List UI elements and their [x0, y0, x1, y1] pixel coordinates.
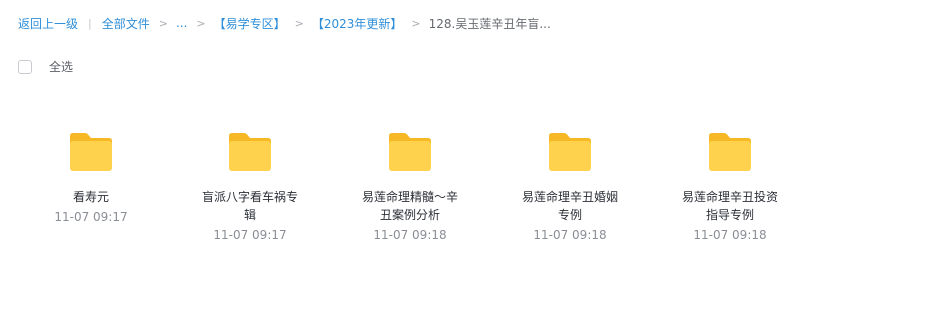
- folder-icon: [709, 133, 751, 171]
- folder-name[interactable]: 易莲命理辛丑投资指导专例: [680, 188, 780, 224]
- folder-name[interactable]: 易莲命理辛丑婚姻专例: [520, 188, 620, 224]
- folder-item[interactable]: 易莲命理辛丑婚姻专例 11-07 09:18: [510, 124, 630, 243]
- folder-icon: [549, 133, 591, 171]
- folder-icon: [70, 133, 112, 171]
- folder-time: 11-07 09:17: [213, 228, 287, 242]
- folder-item[interactable]: 易莲命理精髓～辛丑案例分析 11-07 09:18: [350, 124, 470, 243]
- folder-time: 11-07 09:17: [54, 210, 128, 224]
- folder-icon: [389, 133, 431, 171]
- file-grid: 看寿元 11-07 09:17 盲派八字看车祸专辑 11-07 09:17 易莲…: [0, 0, 950, 325]
- folder-item[interactable]: 看寿元 11-07 09:17: [31, 124, 151, 225]
- folder-time: 11-07 09:18: [373, 228, 447, 242]
- folder-item[interactable]: 盲派八字看车祸专辑 11-07 09:17: [190, 124, 310, 243]
- folder-name[interactable]: 盲派八字看车祸专辑: [200, 188, 300, 224]
- folder-icon: [229, 133, 271, 171]
- folder-item[interactable]: 易莲命理辛丑投资指导专例 11-07 09:18: [670, 124, 790, 243]
- folder-time: 11-07 09:18: [693, 228, 767, 242]
- folder-time: 11-07 09:18: [533, 228, 607, 242]
- folder-name[interactable]: 看寿元: [41, 188, 141, 206]
- folder-name[interactable]: 易莲命理精髓～辛丑案例分析: [360, 188, 460, 224]
